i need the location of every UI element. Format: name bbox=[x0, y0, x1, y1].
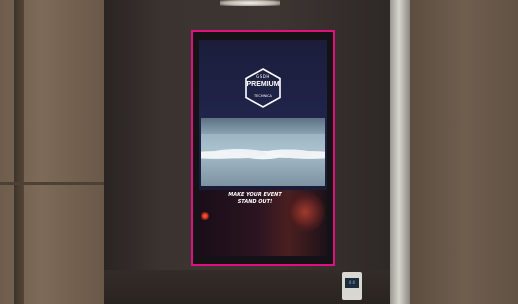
stone-wall-right bbox=[410, 0, 518, 304]
promo-panel: MAKE YOUR EVENT STAND OUT! bbox=[199, 190, 327, 256]
promo-spark-icon bbox=[201, 212, 209, 220]
wall-seam bbox=[14, 0, 24, 304]
logo-brand-small: GSDH bbox=[256, 74, 270, 79]
wall-control-panel[interactable]: 0:0 bbox=[342, 272, 362, 300]
control-panel-lcd: 0:0 bbox=[345, 278, 359, 288]
venue-ceiling bbox=[201, 118, 325, 134]
premium-logo: GSDH PREMIUM TECHNICA bbox=[243, 68, 283, 108]
logo-brand-main: PREMIUM bbox=[246, 81, 280, 88]
steel-pillar bbox=[390, 0, 410, 304]
logo-brand-sub: TECHNICA bbox=[254, 94, 272, 98]
lcd-readout: 0:0 bbox=[348, 280, 356, 285]
stone-wall-left bbox=[0, 0, 104, 304]
wall-seam-horizontal bbox=[0, 182, 104, 185]
lobby-scene: GSDH PREMIUM TECHNICA MAKE YOUR EVENT ST… bbox=[0, 0, 518, 304]
ceiling-light bbox=[220, 0, 280, 6]
digital-signage-display[interactable]: GSDH PREMIUM TECHNICA MAKE YOUR EVENT ST… bbox=[191, 30, 335, 266]
venue-tables bbox=[201, 142, 325, 168]
display-content: GSDH PREMIUM TECHNICA MAKE YOUR EVENT ST… bbox=[199, 40, 327, 256]
tagline-line-2: STAND OUT! bbox=[237, 199, 273, 205]
tagline-line-1: MAKE YOUR EVENT bbox=[228, 192, 282, 198]
promo-tagline: MAKE YOUR EVENT STAND OUT! bbox=[225, 192, 285, 206]
promo-glow bbox=[285, 192, 325, 232]
event-venue-photo bbox=[201, 118, 325, 186]
